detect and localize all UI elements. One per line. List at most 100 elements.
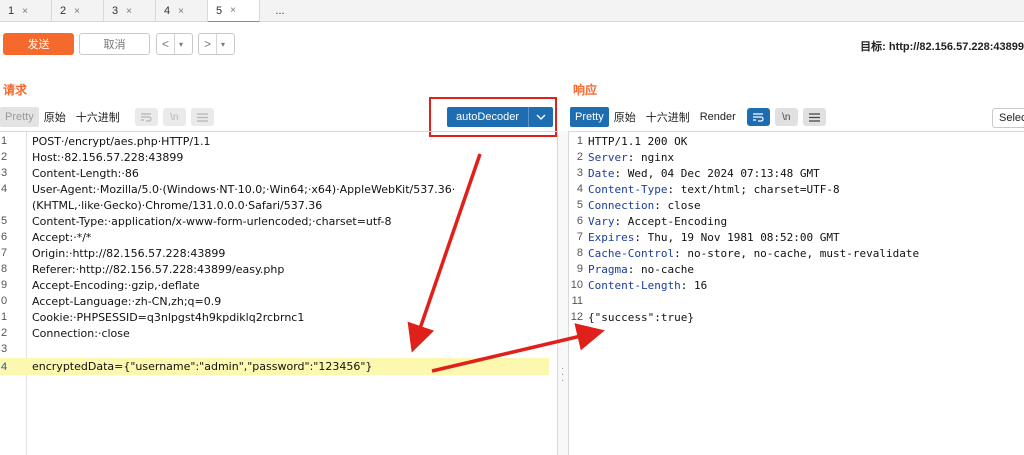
tab-5[interactable]: 5 ×: [208, 0, 260, 23]
splitter-grip-icon[interactable]: · · ·: [561, 364, 564, 386]
line-number: 1: [576, 135, 583, 147]
response-editor[interactable]: 1 HTTP/1.1 200 OK 2 Server: nginx 3 Date: W…: [569, 131, 1024, 455]
header-key: Pragma: [588, 262, 628, 276]
header-value: : no-store, no-cache, must-revalidate: [674, 246, 920, 260]
back-button-group[interactable]: < ▾: [156, 33, 193, 55]
line-text: Content-Type: text/html; charset=UTF-8: [588, 183, 840, 196]
line-number: 6: [576, 215, 583, 227]
line-text: Pragma: no-cache: [588, 263, 694, 276]
close-icon[interactable]: ×: [126, 6, 132, 17]
line-number: 7: [576, 231, 583, 243]
select-dropdown[interactable]: Select: [992, 108, 1024, 128]
highlighted-code-line: 4 encryptedData={"username":"admin","pass…: [0, 358, 549, 375]
chevron-down-icon[interactable]: ▾: [216, 34, 229, 54]
newline-icon[interactable]: \n: [162, 108, 186, 126]
send-button[interactable]: 发送: [3, 33, 74, 55]
close-icon[interactable]: ×: [178, 6, 184, 17]
code-line: 3 Content-Length:·86: [0, 165, 557, 181]
tab-1[interactable]: 1 ×: [0, 0, 52, 22]
autodecoder-label[interactable]: autoDecoder: [447, 107, 528, 127]
close-icon[interactable]: ×: [22, 6, 28, 17]
chevron-down-icon[interactable]: [528, 107, 553, 127]
line-number: 1: [1, 135, 8, 147]
menu-icon[interactable]: [190, 108, 214, 126]
header-value: HTTP/1.1 200 OK: [588, 134, 688, 148]
tab-pretty[interactable]: Pretty: [0, 107, 39, 127]
line-text: Accept-Language:·zh-CN,zh;q=0.9: [32, 294, 222, 308]
line-text: Connection:·close: [32, 326, 130, 340]
line-text: Origin:·http://82.156.57.228:43899: [32, 246, 226, 260]
panel-splitter[interactable]: · · ·: [557, 131, 569, 455]
code-line: 0 Accept-Language:·zh-CN,zh;q=0.9: [0, 293, 557, 309]
header-key: Content-Type: [588, 182, 668, 196]
tab-3[interactable]: 3 ×: [104, 0, 156, 22]
menu-icon[interactable]: [802, 108, 826, 126]
line-text: Content-Length: 16: [588, 279, 707, 292]
line-number: 11: [571, 295, 583, 307]
tab-raw[interactable]: 原始: [609, 107, 641, 127]
code-line: 1 POST·/encrypt/aes.php·HTTP/1.1: [0, 133, 557, 149]
line-number: 3: [576, 167, 583, 179]
code-line: (KHTML,·like·Gecko)·Chrome/131.0.0.0·Saf…: [0, 197, 557, 213]
code-line: 4 User-Agent:·Mozilla/5.0·(Windows·NT·10.…: [0, 181, 557, 197]
code-line: 11: [569, 293, 1024, 309]
header-value: : Accept-Encoding: [614, 214, 728, 228]
header-value: : Thu, 19 Nov 1981 08:52:00 GMT: [634, 230, 840, 244]
tab-label: 2: [60, 5, 67, 17]
request-editor[interactable]: 1 POST·/encrypt/aes.php·HTTP/1.1 2 Host:·8…: [0, 131, 557, 455]
tab-render[interactable]: Render: [695, 107, 741, 127]
tab-hex[interactable]: 十六进制: [641, 107, 695, 127]
line-text: Content-Type:·application/x-www-form-url…: [32, 214, 392, 228]
header-key: Expires: [588, 230, 635, 244]
code-line: 4 Content-Type: text/html; charset=UTF-8: [569, 181, 1024, 197]
code-line: 2 Host:·82.156.57.228:43899: [0, 149, 557, 165]
header-value: : Wed, 04 Dec 2024 07:13:48 GMT: [614, 166, 820, 180]
line-text: Cookie:·PHPSESSID=q3nlpgst4h9kpdiklq2rcb…: [32, 310, 305, 324]
wrap-icon[interactable]: [746, 108, 770, 126]
target-url[interactable]: 目标: http://82.156.57.228:43899: [860, 38, 1024, 54]
tab-hex[interactable]: 十六进制: [71, 107, 125, 127]
wrap-icon[interactable]: [134, 108, 158, 126]
line-text: POST·/encrypt/aes.php·HTTP/1.1: [32, 134, 211, 148]
code-line: 7 Origin:·http://82.156.57.228:43899: [0, 245, 557, 261]
toolbar: 发送 取消 < ▾ > ▾ 目标: http://82.156.57.228:4…: [0, 22, 1024, 66]
tab-more[interactable]: ...: [260, 0, 300, 22]
tab-strip: 1 × 2 × 3 × 4 × 5 × ...: [0, 0, 1024, 23]
close-icon[interactable]: ×: [230, 5, 236, 16]
line-text: HTTP/1.1 200 OK: [588, 135, 687, 148]
close-icon[interactable]: ×: [74, 6, 80, 17]
code-line: 10 Content-Length: 16: [569, 277, 1024, 293]
forward-arrow-icon[interactable]: >: [199, 34, 216, 54]
tab-pretty[interactable]: Pretty: [570, 107, 609, 127]
line-text: (KHTML,·like·Gecko)·Chrome/131.0.0.0·Saf…: [32, 198, 323, 212]
header-key: Vary: [588, 214, 615, 228]
line-text: Referer:·http://82.156.57.228:43899/easy…: [32, 262, 285, 276]
line-number: 2: [1, 327, 8, 339]
code-line: 2 Server: nginx: [569, 149, 1024, 165]
code-line: 6 Accept:·*/*: [0, 229, 557, 245]
line-text: Connection: close: [588, 199, 701, 212]
line-number: 4: [1, 360, 8, 373]
line-number: 6: [1, 231, 8, 243]
tab-raw[interactable]: 原始: [39, 107, 71, 127]
line-number: 7: [1, 247, 8, 259]
newline-icon[interactable]: \n: [774, 108, 798, 126]
back-arrow-icon[interactable]: <: [157, 34, 174, 54]
forward-button-group[interactable]: > ▾: [198, 33, 235, 55]
cancel-button[interactable]: 取消: [79, 33, 150, 55]
autodecoder-dropdown[interactable]: autoDecoder: [447, 107, 553, 127]
header-value: : no-cache: [627, 262, 694, 276]
code-line: 6 Vary: Accept-Encoding: [569, 213, 1024, 229]
tab-2[interactable]: 2 ×: [52, 0, 104, 22]
line-text: Cache-Control: no-store, no-cache, must-…: [588, 247, 919, 260]
chevron-down-icon[interactable]: ▾: [174, 34, 187, 54]
line-text: {"success":true}: [588, 311, 694, 324]
line-text: Expires: Thu, 19 Nov 1981 08:52:00 GMT: [588, 231, 840, 244]
line-text: Date: Wed, 04 Dec 2024 07:13:48 GMT: [588, 167, 820, 180]
header-key: Connection: [588, 198, 655, 212]
line-number: 0: [1, 295, 8, 307]
line-text: Vary: Accept-Encoding: [588, 215, 727, 228]
tab-4[interactable]: 4 ×: [156, 0, 208, 22]
header-key: Server: [588, 150, 628, 164]
response-view-bar: Pretty 原始 十六进制 Render \n: [570, 105, 826, 129]
